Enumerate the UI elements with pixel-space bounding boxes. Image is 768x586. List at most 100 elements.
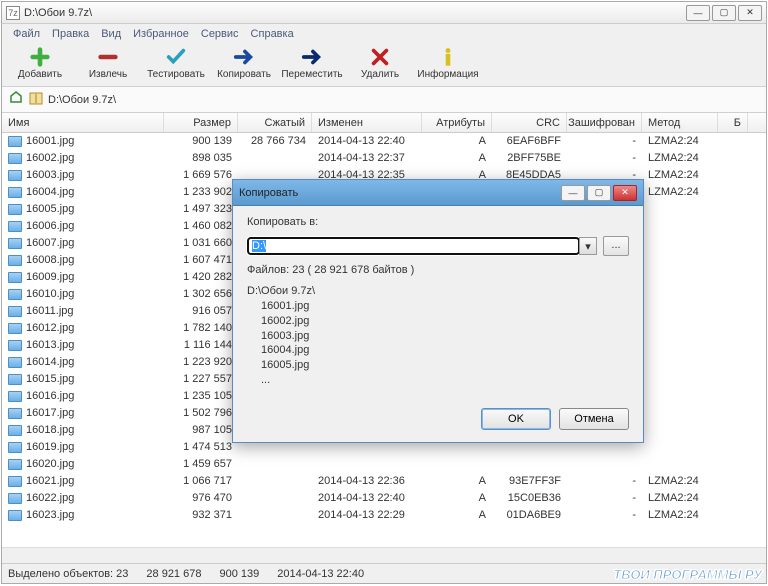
file-b [718, 514, 748, 516]
col-crc[interactable]: CRC [492, 113, 567, 132]
extract-button[interactable]: Извлечь [76, 46, 140, 80]
file-size: 1 227 557 [164, 372, 238, 386]
ok-button[interactable]: OK [481, 408, 551, 430]
horizontal-scrollbar[interactable] [2, 547, 766, 563]
file-attr: A [422, 491, 492, 505]
file-method [642, 344, 718, 346]
delete-button[interactable]: Удалить [348, 46, 412, 80]
up-icon[interactable] [8, 90, 24, 109]
dialog-titlebar[interactable]: Копировать — ▢ ✕ [233, 180, 643, 206]
file-icon [8, 357, 22, 368]
dialog-maximize[interactable]: ▢ [587, 185, 611, 201]
file-name: 16020.jpg [26, 458, 74, 470]
menu-fav[interactable]: Избранное [128, 26, 194, 42]
file-name: 16021.jpg [26, 475, 74, 487]
file-size: 1 233 902 [164, 185, 238, 199]
file-packed [238, 174, 312, 176]
col-size[interactable]: Размер [164, 113, 238, 132]
file-icon [8, 425, 22, 436]
dialog-close[interactable]: ✕ [613, 185, 637, 201]
copy-icon [232, 46, 256, 68]
file-name: 16009.jpg [26, 271, 74, 283]
menu-help[interactable]: Справка [246, 26, 299, 42]
destination-dropdown[interactable]: ▾ [579, 237, 597, 255]
file-size: 898 035 [164, 151, 238, 165]
file-name: 16012.jpg [26, 322, 74, 334]
file-method: LZMA2:24 [642, 474, 718, 488]
file-row[interactable]: 16002.jpg 898 035 2014-04-13 22:37 A 2BF… [2, 150, 766, 167]
file-b [718, 497, 748, 499]
menu-view[interactable]: Вид [96, 26, 126, 42]
dialog-info: Файлов: 23 ( 28 921 678 байтов ) [247, 264, 629, 276]
dialog-list-item: 16001.jpg [247, 299, 629, 314]
file-b [718, 174, 748, 176]
file-size: 1 497 323 [164, 202, 238, 216]
copy-label: Копировать [217, 69, 271, 80]
col-name[interactable]: Имя [2, 113, 164, 132]
menu-file[interactable]: Файл [8, 26, 45, 42]
col-b[interactable]: Б [718, 113, 748, 132]
file-row[interactable]: 16001.jpg 900 139 28 766 734 2014-04-13 … [2, 133, 766, 150]
file-size: 1 302 656 [164, 287, 238, 301]
file-row[interactable]: 16023.jpg 932 371 2014-04-13 22:29 A 01D… [2, 507, 766, 524]
file-size: 1 474 513 [164, 440, 238, 454]
col-packed[interactable]: Сжатый [238, 113, 312, 132]
file-name: 16022.jpg [26, 492, 74, 504]
menu-edit[interactable]: Правка [47, 26, 94, 42]
file-row[interactable]: 16021.jpg 1 066 717 2014-04-13 22:36 A 9… [2, 473, 766, 490]
add-button[interactable]: Добавить [8, 46, 72, 80]
col-attributes[interactable]: Атрибуты [422, 113, 492, 132]
browse-button[interactable]: ... [603, 236, 629, 256]
file-row[interactable]: 16020.jpg 1 459 657 [2, 456, 766, 473]
file-name: 16019.jpg [26, 441, 74, 453]
file-size: 1 031 660 [164, 236, 238, 250]
info-label: Информация [417, 69, 478, 80]
cancel-button[interactable]: Отмена [559, 408, 629, 430]
status-one: 900 139 [219, 568, 259, 580]
titlebar[interactable]: 7z D:\Обои 9.7z\ — ▢ ✕ [2, 2, 766, 24]
file-encrypted: - [567, 491, 642, 505]
add-icon [28, 46, 52, 68]
test-label: Тестировать [147, 69, 205, 80]
file-method: LZMA2:24 [642, 508, 718, 522]
col-encrypted[interactable]: Зашифрован [567, 113, 642, 132]
file-icon [8, 510, 22, 521]
file-method [642, 259, 718, 261]
file-size: 976 470 [164, 491, 238, 505]
file-name: 16008.jpg [26, 254, 74, 266]
delete-label: Удалить [361, 69, 399, 80]
maximize-button[interactable]: ▢ [712, 5, 736, 21]
file-b [718, 140, 748, 142]
destination-input[interactable] [247, 237, 580, 255]
file-b [718, 412, 748, 414]
move-button[interactable]: Переместить [280, 46, 344, 80]
window-title: D:\Обои 9.7z\ [24, 7, 686, 19]
file-icon [8, 306, 22, 317]
copy-button[interactable]: Копировать [212, 46, 276, 80]
file-row[interactable]: 16022.jpg 976 470 2014-04-13 22:40 A 15C… [2, 490, 766, 507]
file-method: LZMA2:24 [642, 491, 718, 505]
test-button[interactable]: Тестировать [144, 46, 208, 80]
file-name: 16018.jpg [26, 424, 74, 436]
file-name: 16007.jpg [26, 237, 74, 249]
file-name: 16003.jpg [26, 169, 74, 181]
close-button[interactable]: ✕ [738, 5, 762, 21]
file-b [718, 327, 748, 329]
file-size: 1 669 576 [164, 168, 238, 182]
info-button[interactable]: Информация [416, 46, 480, 80]
col-modified[interactable]: Изменен [312, 113, 422, 132]
file-method [642, 463, 718, 465]
col-method[interactable]: Метод [642, 113, 718, 132]
file-method [642, 276, 718, 278]
file-method [642, 378, 718, 380]
minimize-button[interactable]: — [686, 5, 710, 21]
extract-icon [96, 46, 120, 68]
file-size: 1 420 282 [164, 270, 238, 284]
file-name: 16015.jpg [26, 373, 74, 385]
file-encrypted: - [567, 151, 642, 165]
dialog-minimize[interactable]: — [561, 185, 585, 201]
menu-tools[interactable]: Сервис [196, 26, 244, 42]
path-text[interactable]: D:\Обои 9.7z\ [48, 94, 760, 106]
file-name: 16005.jpg [26, 203, 74, 215]
file-icon [8, 340, 22, 351]
